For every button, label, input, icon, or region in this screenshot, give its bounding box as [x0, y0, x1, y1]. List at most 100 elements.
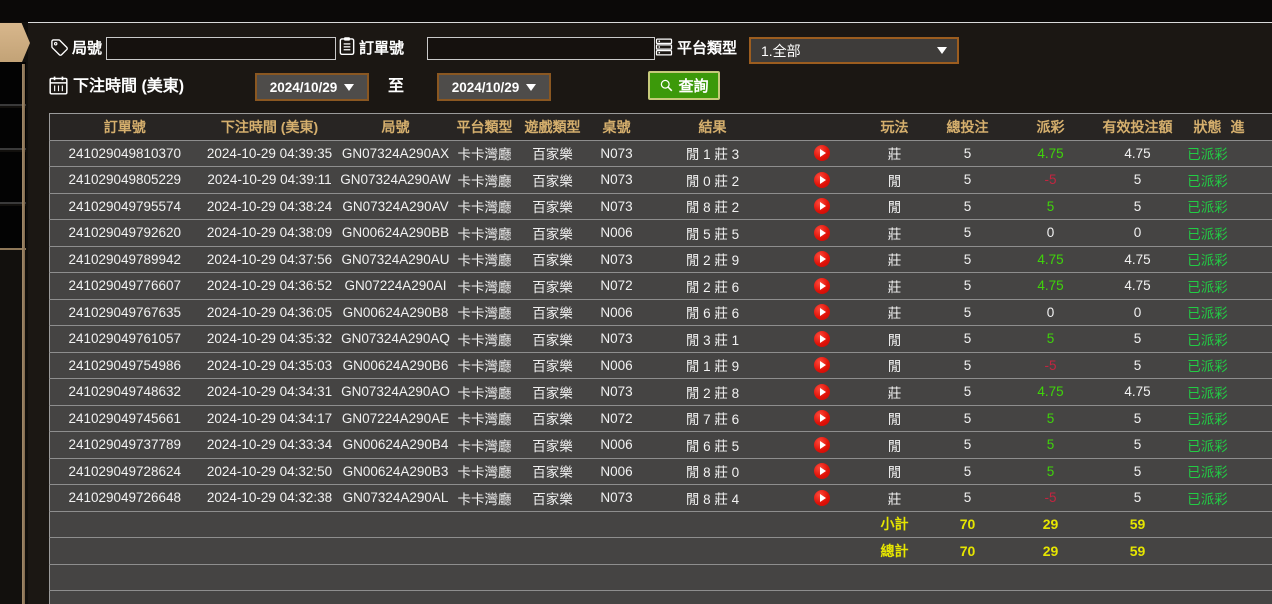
cell-play: 莊	[865, 299, 925, 326]
cell-order-no: 241029049748632	[50, 379, 200, 406]
play-icon[interactable]	[814, 490, 830, 506]
cell-total-bet: 5	[925, 193, 1011, 220]
cell-status: 已派彩	[1185, 326, 1231, 353]
cell-order-no: 241029049792620	[50, 220, 200, 247]
table-row: 241029049726648 2024-10-29 04:32:38 GN07…	[50, 485, 1272, 512]
date-from-select[interactable]: 2024/10/29	[255, 73, 369, 101]
calendar-icon	[48, 75, 70, 97]
play-icon[interactable]	[814, 225, 830, 241]
cell-status: 已派彩	[1185, 246, 1231, 273]
play-icon[interactable]	[814, 437, 830, 453]
active-sidebar-tab[interactable]	[0, 23, 30, 63]
cell-bet-time: 2024-10-29 04:39:11	[200, 167, 340, 194]
cell-result: 閒 5 莊 5	[646, 220, 780, 247]
cell-status: 已派彩	[1185, 405, 1231, 432]
col-payout: 派彩	[1011, 114, 1091, 141]
play-icon[interactable]	[814, 384, 830, 400]
cell-extra	[1231, 220, 1272, 247]
table-row: 241029049754986 2024-10-29 04:35:03 GN00…	[50, 352, 1272, 379]
subtotal-row: 小計 70 29 59	[50, 511, 1272, 538]
play-icon[interactable]	[814, 304, 830, 320]
cell-bet-time: 2024-10-29 04:34:31	[200, 379, 340, 406]
play-icon[interactable]	[814, 145, 830, 161]
table-row: 241029049748632 2024-10-29 04:34:31 GN07…	[50, 379, 1272, 406]
cell-result: 閒 2 莊 9	[646, 246, 780, 273]
cell-platform: 卡卡灣廳	[452, 405, 518, 432]
cell-payout: 4.75	[1011, 379, 1091, 406]
play-icon[interactable]	[814, 172, 830, 188]
cell-table-no: N006	[588, 299, 646, 326]
play-icon[interactable]	[814, 198, 830, 214]
cell-valid-bet: 5	[1091, 458, 1185, 485]
cell-game-type: 百家樂	[518, 246, 588, 273]
cell-platform: 卡卡灣廳	[452, 167, 518, 194]
cell-game-type: 百家樂	[518, 352, 588, 379]
play-icon[interactable]	[814, 463, 830, 479]
cell-valid-bet: 4.75	[1091, 379, 1185, 406]
cell-status: 已派彩	[1185, 485, 1231, 512]
cell-total-bet: 5	[925, 458, 1011, 485]
cell-table-no: N073	[588, 326, 646, 353]
cell-order-no: 241029049761057	[50, 326, 200, 353]
cell-replay	[780, 458, 865, 485]
play-icon[interactable]	[814, 251, 830, 267]
play-icon[interactable]	[814, 357, 830, 373]
cell-result: 閒 8 莊 4	[646, 485, 780, 512]
cell-payout: -5	[1011, 352, 1091, 379]
cell-game-type: 百家樂	[518, 299, 588, 326]
play-icon[interactable]	[814, 331, 830, 347]
cell-game-type: 百家樂	[518, 379, 588, 406]
col-game-type: 遊戲類型	[518, 114, 588, 141]
play-icon[interactable]	[814, 278, 830, 294]
game-no-input[interactable]	[106, 37, 336, 60]
search-button[interactable]: 查詢	[648, 71, 720, 100]
cell-play: 閒	[865, 432, 925, 459]
col-platform: 平台類型	[452, 114, 518, 141]
date-to-select[interactable]: 2024/10/29	[437, 73, 551, 101]
cell-order-no: 241029049767635	[50, 299, 200, 326]
cell-valid-bet: 5	[1091, 326, 1185, 353]
cell-play: 莊	[865, 273, 925, 300]
order-no-input[interactable]	[427, 37, 655, 60]
cell-game-no: GN07324A290AQ	[340, 326, 452, 353]
cell-replay	[780, 432, 865, 459]
cell-total-bet: 5	[925, 352, 1011, 379]
cell-payout: 0	[1011, 220, 1091, 247]
search-icon	[659, 78, 674, 93]
bet-records-page: 局號 訂單號 平台類型 1.全部 下注時間 (美東) 2024/10/29 至 …	[0, 0, 1272, 604]
cell-game-type: 百家樂	[518, 193, 588, 220]
cell-payout: 4.75	[1011, 140, 1091, 167]
cell-play: 莊	[865, 246, 925, 273]
chevron-down-icon	[526, 84, 536, 91]
cell-extra	[1231, 379, 1272, 406]
table-row: 241029049728624 2024-10-29 04:32:50 GN00…	[50, 458, 1272, 485]
cell-result: 閒 0 莊 2	[646, 167, 780, 194]
cell-total-bet: 5	[925, 326, 1011, 353]
cell-result: 閒 3 莊 1	[646, 326, 780, 353]
cell-extra	[1231, 485, 1272, 512]
game-no-label: 局號	[72, 38, 102, 60]
table-row: 241029049776607 2024-10-29 04:36:52 GN07…	[50, 273, 1272, 300]
cell-payout: 5	[1011, 432, 1091, 459]
col-valid-bet: 有效投注額	[1091, 114, 1185, 141]
cell-valid-bet: 5	[1091, 432, 1185, 459]
cell-extra	[1231, 326, 1272, 353]
cell-payout: 5	[1011, 193, 1091, 220]
cell-play: 莊	[865, 485, 925, 512]
cell-result: 閒 8 莊 2	[646, 193, 780, 220]
empty-row	[50, 564, 1272, 591]
col-status: 狀態	[1185, 114, 1231, 141]
cell-platform: 卡卡灣廳	[452, 352, 518, 379]
cell-extra	[1231, 246, 1272, 273]
cell-table-no: N073	[588, 193, 646, 220]
cell-status: 已派彩	[1185, 220, 1231, 247]
cell-replay	[780, 326, 865, 353]
platform-type-select[interactable]: 1.全部	[749, 37, 959, 64]
cell-status: 已派彩	[1185, 379, 1231, 406]
cell-status: 已派彩	[1185, 432, 1231, 459]
play-icon[interactable]	[814, 410, 830, 426]
cell-game-type: 百家樂	[518, 432, 588, 459]
cell-total-bet: 5	[925, 299, 1011, 326]
col-bet-time: 下注時間 (美東)	[200, 114, 340, 141]
subtotal-payout: 29	[1011, 511, 1091, 538]
